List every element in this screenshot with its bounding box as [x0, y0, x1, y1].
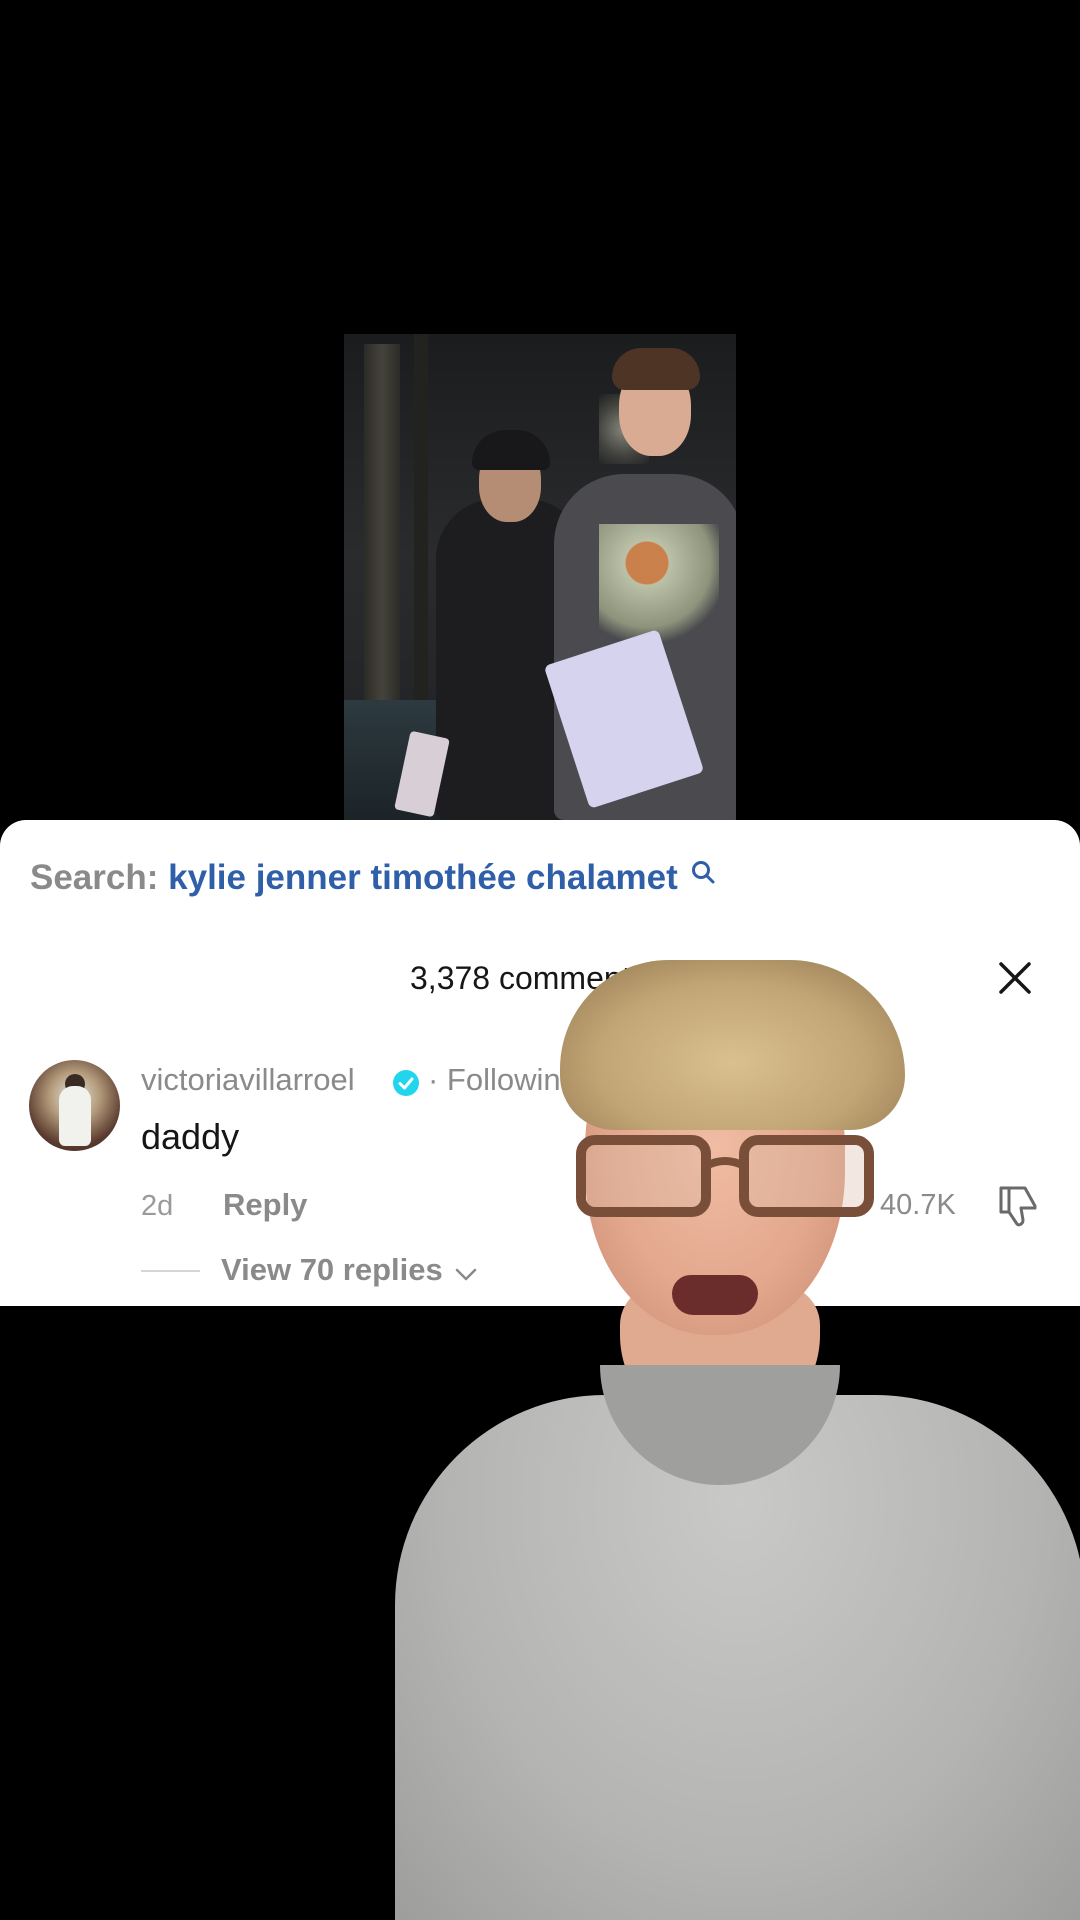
creator-mouth	[672, 1275, 758, 1315]
avatar-figure	[59, 1086, 91, 1146]
creator-hair	[560, 960, 905, 1130]
search-label: Search:	[30, 858, 159, 897]
man-hair	[612, 348, 700, 390]
comment-username[interactable]: victoriavillarroel	[141, 1062, 355, 1098]
search-query[interactable]: kylie jenner timothée chalamet	[168, 858, 678, 897]
black-cap	[472, 430, 550, 470]
search-icon[interactable]	[690, 854, 716, 894]
replies-divider	[141, 1270, 200, 1272]
creator-overlay	[390, 960, 1080, 1920]
tiktok-screen: Search: kylie jenner timothée chalamet 3…	[0, 0, 1080, 1920]
video-clip[interactable]	[344, 334, 736, 820]
creator-glasses	[575, 1130, 875, 1220]
search-suggestion[interactable]: Search: kylie jenner timothée chalamet	[30, 858, 716, 898]
reply-button[interactable]: Reply	[223, 1187, 307, 1223]
comment-text: daddy	[141, 1116, 240, 1157]
avatar[interactable]	[29, 1060, 120, 1151]
comment-time: 2d	[141, 1190, 174, 1222]
